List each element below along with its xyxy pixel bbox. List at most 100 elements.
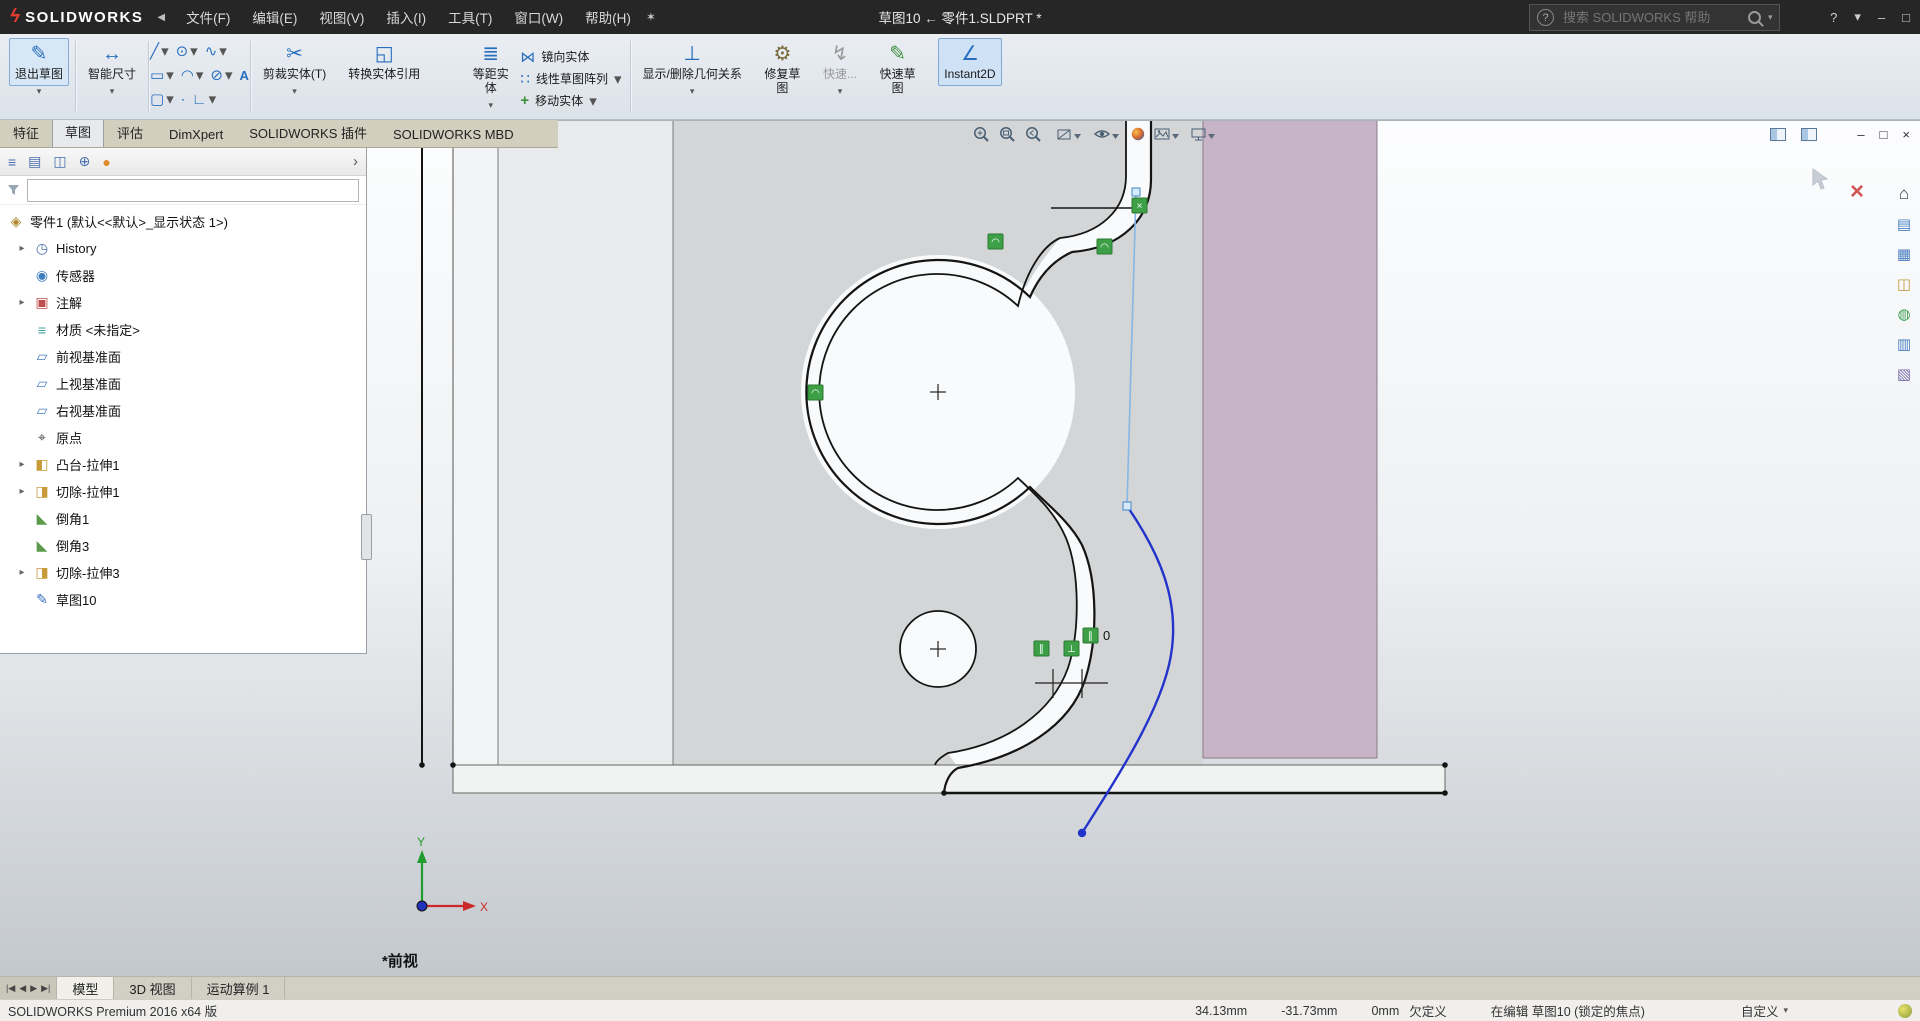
face-left-narrow[interactable] xyxy=(453,121,498,765)
trim-entities-button[interactable]: 剪裁实体(T) xyxy=(257,38,332,86)
split-pane-2-icon[interactable] xyxy=(1801,128,1817,141)
relation-badge[interactable]: × xyxy=(1132,198,1147,213)
configuration-manager-tab-icon[interactable] xyxy=(53,153,66,170)
appearances-icon[interactable] xyxy=(1897,307,1910,323)
tree-item-chamfer1[interactable]: 倒角1 xyxy=(0,505,366,532)
minimize-button[interactable]: – xyxy=(1878,10,1885,25)
previous-view-icon[interactable] xyxy=(1027,128,1040,141)
expand-arrow-icon[interactable] xyxy=(16,459,28,470)
dimension-value[interactable]: 0 xyxy=(1103,628,1110,643)
tab-motion-study[interactable]: 运动算例 1 xyxy=(192,977,286,1000)
smart-dimension-dropdown[interactable] xyxy=(110,86,115,96)
quick-snaps-dropdown[interactable] xyxy=(838,86,843,96)
ellipse-tool-button[interactable] xyxy=(210,68,232,84)
circle-tool-button[interactable] xyxy=(176,44,198,60)
convert-entities-button[interactable]: 转换实体引用 xyxy=(342,38,426,86)
quick-snaps-button[interactable]: 快速... xyxy=(817,38,863,86)
zoom-to-area-icon[interactable] xyxy=(1001,128,1014,141)
tree-item-sketch10[interactable]: 草图10 xyxy=(0,586,366,613)
tab-evaluate[interactable]: 评估 xyxy=(104,118,156,147)
menu-view[interactable]: 视图(V) xyxy=(308,1,375,33)
search-icon[interactable] xyxy=(1748,11,1761,24)
menu-edit[interactable]: 编辑(E) xyxy=(241,1,308,33)
forum-icon[interactable] xyxy=(1897,367,1911,383)
move-entities-button[interactable]: 移动实体 xyxy=(520,92,621,110)
view-settings-dropdown-icon[interactable] xyxy=(1208,134,1215,139)
help-search[interactable]: ? ▾ xyxy=(1529,4,1780,31)
exit-sketch-dropdown[interactable] xyxy=(37,86,42,96)
tab-features[interactable]: 特征 xyxy=(0,118,52,147)
spline-handle-mid[interactable] xyxy=(1123,502,1131,510)
spline-handle-top[interactable] xyxy=(1132,188,1140,196)
help-button[interactable]: ? xyxy=(1830,10,1837,25)
tree-item-chamfer3[interactable]: 倒角3 xyxy=(0,532,366,559)
menu-file[interactable]: 文件(F) xyxy=(175,1,241,33)
arc-tool-button[interactable] xyxy=(181,68,204,84)
viewport-restore-button[interactable]: □ xyxy=(1880,127,1888,142)
line-tool-button[interactable] xyxy=(150,44,169,60)
hide-show-items-icon[interactable] xyxy=(1095,131,1109,137)
cancel-x-icon[interactable]: × xyxy=(1850,178,1864,206)
home-icon[interactable] xyxy=(1899,186,1909,203)
section-view-icon[interactable] xyxy=(1058,130,1070,139)
relation-badge[interactable]: ◠ xyxy=(808,385,823,400)
search-caret-icon[interactable]: ▾ xyxy=(1768,12,1773,23)
display-manager-tab-icon[interactable] xyxy=(102,154,110,170)
tree-item-right-plane[interactable]: 右视基准面 xyxy=(0,397,366,424)
tree-item-cut-extrude1[interactable]: 切除-拉伸1 xyxy=(0,478,366,505)
mirror-entities-button[interactable]: 镜向实体 xyxy=(520,48,621,66)
tree-item-boss-extrude1[interactable]: 凸台-拉伸1 xyxy=(0,451,366,478)
tree-item-material[interactable]: 材质 <未指定> xyxy=(0,316,366,343)
fillet-tool-button[interactable] xyxy=(192,92,216,108)
part-faces[interactable] xyxy=(453,121,1445,793)
tree-item-history[interactable]: History xyxy=(0,235,366,262)
edit-appearance-icon[interactable] xyxy=(1132,128,1144,140)
slot-tool-button[interactable] xyxy=(150,92,174,108)
point-tool-button[interactable] xyxy=(181,92,185,108)
expand-arrow-icon[interactable] xyxy=(16,243,28,254)
menu-insert[interactable]: 插入(I) xyxy=(375,1,437,33)
display-delete-relations-button[interactable]: 显示/删除几何关系 xyxy=(637,38,748,86)
tab-addins[interactable]: SOLIDWORKS 插件 xyxy=(236,118,380,147)
expand-arrow-icon[interactable] xyxy=(16,486,28,497)
face-purple[interactable] xyxy=(1203,121,1377,758)
menu-tools[interactable]: 工具(T) xyxy=(437,1,503,33)
split-pane-icon[interactable] xyxy=(1770,128,1786,141)
zoom-to-fit-icon[interactable] xyxy=(975,128,988,141)
search-input[interactable] xyxy=(1561,9,1741,26)
relation-badge[interactable]: ∥ xyxy=(1034,641,1049,656)
linear-pattern-button[interactable]: 线性草图阵列 xyxy=(520,70,621,88)
relation-badge[interactable]: ⊥ xyxy=(1064,641,1079,656)
tree-filter-input[interactable] xyxy=(27,179,359,202)
spline-endpoint[interactable] xyxy=(1078,829,1086,837)
feature-tree-tab-icon[interactable] xyxy=(8,154,16,170)
menu-window[interactable]: 窗口(W) xyxy=(503,1,574,33)
tab-mbd[interactable]: SOLIDWORKS MBD xyxy=(380,122,527,147)
tree-item-annotations[interactable]: 注解 xyxy=(0,289,366,316)
tab-dimxpert[interactable]: DimXpert xyxy=(156,122,236,147)
panel-splitter-handle[interactable] xyxy=(361,514,372,560)
smart-dimension-button[interactable]: 智能尺寸 xyxy=(82,38,142,86)
tree-root[interactable]: 零件1 (默认<<默认>_显示状态 1>) xyxy=(0,208,366,235)
exit-sketch-button[interactable]: 退出草图 xyxy=(9,38,69,86)
relation-badge[interactable]: ◠ xyxy=(1097,239,1112,254)
spline-tool-button[interactable] xyxy=(205,44,227,60)
relations-dropdown[interactable] xyxy=(690,86,695,96)
prev-tab-button[interactable]: ◀ xyxy=(19,983,26,994)
tab-model[interactable]: 模型 xyxy=(57,977,114,1000)
expand-arrow-icon[interactable] xyxy=(16,567,28,578)
next-tab-button[interactable]: ▶ xyxy=(30,983,37,994)
relation-badge[interactable]: ◠ xyxy=(988,234,1003,249)
tree-item-cut-extrude3[interactable]: 切除-拉伸3 xyxy=(0,559,366,586)
viewport-minimize-button[interactable]: – xyxy=(1857,127,1864,142)
face-left-wide[interactable] xyxy=(498,121,673,765)
trim-dropdown[interactable] xyxy=(292,86,297,96)
relation-badge[interactable]: ∥ xyxy=(1083,628,1098,643)
view-palette-icon[interactable] xyxy=(1897,277,1911,293)
view-settings-icon[interactable] xyxy=(1192,129,1205,140)
tab-sketch[interactable]: 草图 xyxy=(52,117,104,147)
last-tab-button[interactable]: ▶| xyxy=(41,983,50,994)
custom-properties-icon[interactable] xyxy=(1897,337,1911,353)
tree-item-top-plane[interactable]: 上视基准面 xyxy=(0,370,366,397)
menu-help[interactable]: 帮助(H) xyxy=(574,1,642,33)
